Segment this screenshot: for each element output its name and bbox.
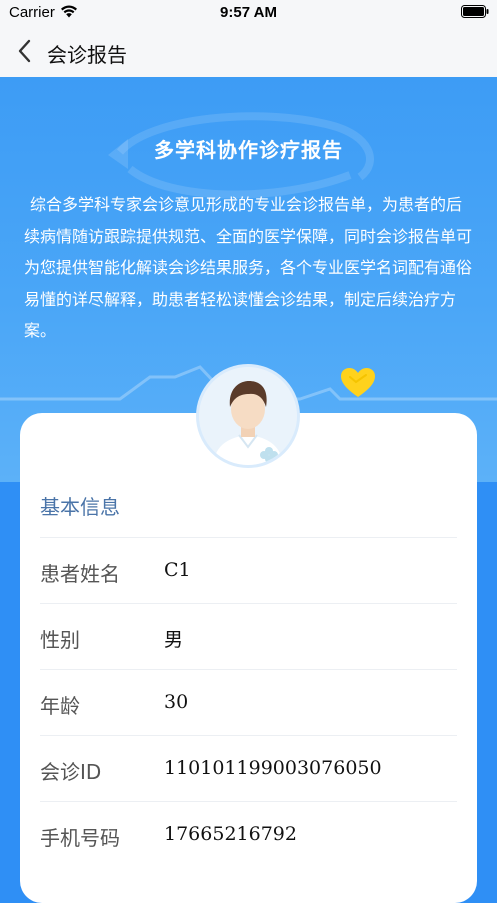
doctor-avatar-icon bbox=[199, 367, 297, 465]
info-row-patient-name: 患者姓名 C1 bbox=[40, 537, 457, 603]
clock: 9:57 AM bbox=[220, 4, 277, 21]
row-value: C1 bbox=[164, 559, 191, 581]
report-title: 多学科协作诊疗报告 bbox=[154, 138, 343, 162]
row-label: 性别 bbox=[40, 628, 80, 652]
heart-icon bbox=[341, 368, 375, 397]
row-value: 110101199003076050 bbox=[164, 757, 382, 779]
info-row-phone: 手机号码 17665216792 bbox=[40, 801, 457, 867]
row-label: 患者姓名 bbox=[40, 562, 120, 586]
info-row-age: 年龄 30 bbox=[40, 669, 457, 735]
section-header-basic-info: 基本信息 bbox=[40, 495, 120, 519]
info-rows: 患者姓名 C1 性别 男 年龄 30 会诊ID 1101011990030760… bbox=[40, 537, 457, 867]
row-label: 年龄 bbox=[40, 694, 80, 718]
patient-avatar bbox=[196, 364, 300, 468]
row-value: 男 bbox=[164, 629, 184, 651]
status-bar: Carrier 9:57 AM bbox=[0, 0, 497, 26]
navigation-bar: 会诊报告 bbox=[0, 26, 497, 77]
row-value: 30 bbox=[164, 691, 189, 713]
back-chevron-icon[interactable] bbox=[16, 39, 34, 63]
basic-info-card: 基本信息 患者姓名 C1 性别 男 年龄 30 会诊ID 11010119900… bbox=[20, 413, 477, 903]
info-row-consultation-id: 会诊ID 110101199003076050 bbox=[40, 735, 457, 801]
battery-icon bbox=[461, 5, 489, 18]
info-row-gender: 性别 男 bbox=[40, 603, 457, 669]
report-description: 综合多学科专家会诊意见形成的专业会诊报告单，为患者的后续病情随访跟踪提供规范、全… bbox=[24, 195, 473, 340]
row-value: 17665216792 bbox=[164, 823, 297, 845]
page-title: 会诊报告 bbox=[47, 43, 127, 67]
row-label: 会诊ID bbox=[40, 760, 102, 784]
row-label: 手机号码 bbox=[40, 826, 120, 850]
